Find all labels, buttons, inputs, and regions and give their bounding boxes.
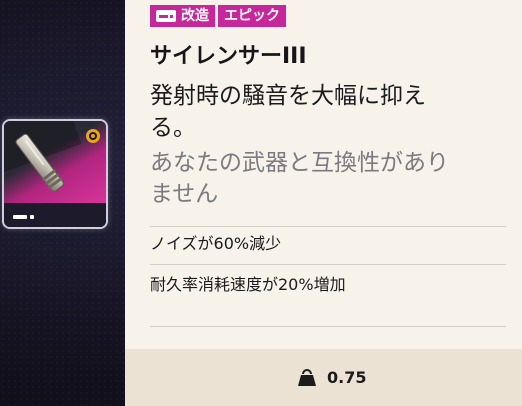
divider xyxy=(150,226,506,227)
mod-attachment-icon xyxy=(13,215,34,219)
divider xyxy=(150,264,506,265)
item-description: 発射時の騒音を大幅に抑える。 xyxy=(150,83,426,141)
mod-attachment-icon xyxy=(156,10,176,22)
ring-badge-icon xyxy=(86,129,100,143)
mod-tag: 改造 xyxy=(150,5,215,27)
mod-tag-label: 改造 xyxy=(181,8,209,24)
compatibility-notice: あなたの武器と互換性がありません xyxy=(150,150,449,207)
item-name: サイレンサーIII xyxy=(150,44,307,69)
rarity-tag: エピック xyxy=(218,5,286,27)
item-tags: 改造 エピック xyxy=(150,5,286,27)
divider xyxy=(150,326,506,327)
weight-bar: 0.75 xyxy=(125,349,522,406)
weight-icon xyxy=(298,369,316,386)
item-slot-silencer[interactable] xyxy=(2,119,108,229)
stat-durability: 耐久率消耗速度が20%増加 xyxy=(150,275,346,294)
item-tooltip: 改造 エピック サイレンサーIII 発射時の騒音を大幅に抑える。 あなたの武器と… xyxy=(125,0,522,406)
stat-noise: ノイズが60%減少 xyxy=(150,234,282,253)
weight-value: 0.75 xyxy=(327,367,367,387)
rarity-tag-label: エピック xyxy=(224,8,280,24)
weight-info: 0.75 xyxy=(297,367,366,387)
